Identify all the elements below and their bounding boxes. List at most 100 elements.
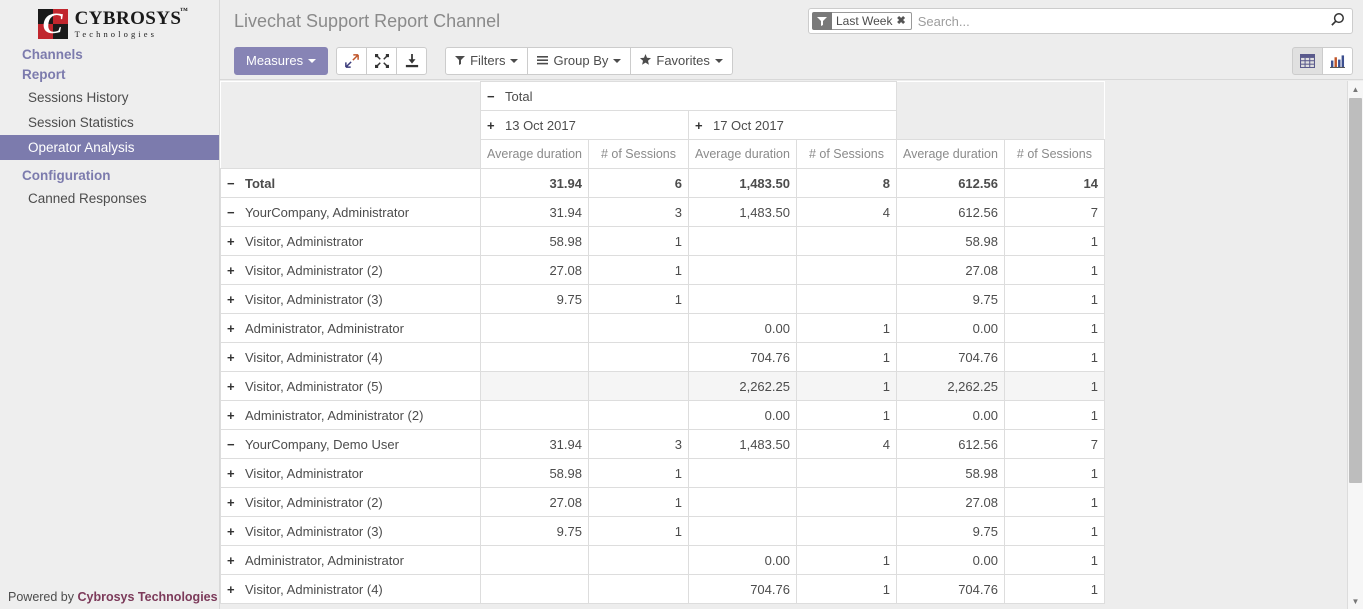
pivot-cell[interactable]: 27.08 xyxy=(480,487,589,517)
table-row[interactable]: + Visitor, Administrator (3) 9.75 1 9.75 1 xyxy=(220,284,1105,314)
pivot-cell[interactable]: 1 xyxy=(587,458,689,488)
table-row[interactable]: + Visitor, Administrator 58.98 1 58.98 1 xyxy=(220,226,1105,256)
table-row[interactable]: − YourCompany, Demo User 31.94 3 1,483.50 4 61… xyxy=(220,429,1105,459)
pivot-cell[interactable]: 1,483.50 xyxy=(687,168,797,198)
pivot-cell[interactable]: 1 xyxy=(1003,400,1105,430)
pivot-cell[interactable] xyxy=(795,255,897,285)
table-view-icon[interactable] xyxy=(1292,46,1323,75)
pivot-cell[interactable]: 1 xyxy=(587,487,689,517)
pivot-cell[interactable]: 1 xyxy=(795,545,897,575)
footer-brand-link[interactable]: Cybrosys Technologies xyxy=(77,590,217,604)
pivot-cell[interactable]: 0.00 xyxy=(895,400,1005,430)
pivot-cell[interactable]: 14 xyxy=(1003,168,1105,198)
pivot-cell[interactable]: 1 xyxy=(1003,574,1105,604)
table-row[interactable]: + Visitor, Administrator (2) 27.08 1 27.08 1 xyxy=(220,487,1105,517)
pivot-cell[interactable] xyxy=(795,284,897,314)
expand-arrows-icon[interactable] xyxy=(336,46,368,75)
pivot-cell[interactable]: 9.75 xyxy=(895,516,1005,546)
pivot-row-header[interactable]: − YourCompany, Demo User xyxy=(220,429,481,459)
pivot-cell[interactable] xyxy=(795,516,897,546)
pivot-cell[interactable]: 612.56 xyxy=(895,168,1005,198)
collapse-toggle-icon[interactable]: − xyxy=(487,89,500,104)
pivot-cell[interactable]: 0.00 xyxy=(687,545,797,575)
pivot-cell[interactable]: 1 xyxy=(1003,545,1105,575)
pivot-cell[interactable] xyxy=(587,545,689,575)
pivot-cell[interactable] xyxy=(587,400,689,430)
table-row[interactable]: + Visitor, Administrator (4) 704.76 1 704.76… xyxy=(220,574,1105,604)
pivot-cell[interactable] xyxy=(587,574,689,604)
download-icon[interactable] xyxy=(396,46,428,75)
expand-toggle-icon[interactable]: + xyxy=(227,379,240,394)
brand-logo[interactable]: C CYBROSYS ™ Technologies xyxy=(0,0,219,45)
table-row[interactable]: + Administrator, Administrator 0.00 1 0.00 1 xyxy=(220,545,1105,575)
sidebar-item-canned-responses[interactable]: Canned Responses xyxy=(0,186,219,211)
pivot-cell[interactable]: 1 xyxy=(1003,516,1105,546)
pivot-cell[interactable]: 31.94 xyxy=(480,197,589,227)
pivot-cell[interactable]: 9.75 xyxy=(480,284,589,314)
pivot-cell[interactable]: 27.08 xyxy=(480,255,589,285)
pivot-cell[interactable]: 1 xyxy=(795,400,897,430)
table-row[interactable]: + Visitor, Administrator 58.98 1 58.98 1 xyxy=(220,458,1105,488)
pivot-cell[interactable]: 27.08 xyxy=(895,487,1005,517)
pivot-cell[interactable]: 2,262.25 xyxy=(687,371,797,401)
pivot-cell[interactable]: 58.98 xyxy=(480,458,589,488)
expand-toggle-icon[interactable]: + xyxy=(227,582,240,597)
pivot-cell[interactable] xyxy=(795,226,897,256)
expand-toggle-icon[interactable]: + xyxy=(227,292,240,307)
close-icon[interactable]: ✖ xyxy=(896,13,905,29)
pivot-cell[interactable]: 704.76 xyxy=(687,342,797,372)
pivot-measure-header[interactable]: Average duration xyxy=(895,139,1005,169)
table-row[interactable]: − Total 31.94 6 1,483.50 8 612.56 14 xyxy=(220,168,1105,198)
pivot-cell[interactable] xyxy=(687,284,797,314)
pivot-cell[interactable] xyxy=(687,516,797,546)
measures-button[interactable]: Measures xyxy=(234,46,329,75)
search-input[interactable] xyxy=(915,10,1327,32)
pivot-cell[interactable]: 1 xyxy=(1003,458,1105,488)
pivot-cell[interactable]: 1 xyxy=(1003,371,1105,401)
pivot-col-root-total[interactable]: − Total xyxy=(480,81,897,111)
table-row[interactable]: + Administrator, Administrator 0.00 1 0.00 1 xyxy=(220,313,1105,343)
favorites-dropdown[interactable]: Favorites xyxy=(630,46,733,75)
pivot-row-header[interactable]: + Administrator, Administrator (2) xyxy=(220,400,481,430)
pivot-cell[interactable]: 1 xyxy=(795,342,897,372)
pivot-cell[interactable]: 1 xyxy=(1003,284,1105,314)
pivot-row-header[interactable]: + Visitor, Administrator (5) xyxy=(220,371,481,401)
pivot-cell[interactable]: 3 xyxy=(587,197,689,227)
expand-toggle-icon[interactable]: + xyxy=(695,118,708,133)
filters-dropdown[interactable]: Filters xyxy=(445,46,529,75)
pivot-cell[interactable]: 612.56 xyxy=(895,429,1005,459)
pivot-row-header[interactable]: − Total xyxy=(220,168,481,198)
table-row[interactable]: + Visitor, Administrator (4) 704.76 1 704.76… xyxy=(220,342,1105,372)
pivot-row-header[interactable]: − YourCompany, Administrator xyxy=(220,197,481,227)
pivot-row-header[interactable]: + Visitor, Administrator (2) xyxy=(220,255,481,285)
pivot-measure-header[interactable]: # of Sessions xyxy=(795,139,897,169)
collapse-toggle-icon[interactable]: − xyxy=(227,176,240,191)
table-row[interactable]: + Visitor, Administrator (2) 27.08 1 27.08 1 xyxy=(220,255,1105,285)
search-bar[interactable]: Last Week ✖ xyxy=(808,8,1353,34)
pivot-cell[interactable] xyxy=(795,487,897,517)
pivot-cell[interactable]: 612.56 xyxy=(895,197,1005,227)
pivot-measure-header[interactable]: # of Sessions xyxy=(587,139,689,169)
expand-toggle-icon[interactable]: + xyxy=(227,524,240,539)
pivot-measure-header[interactable]: Average duration xyxy=(480,139,589,169)
pivot-cell[interactable]: 1 xyxy=(587,284,689,314)
pivot-cell[interactable]: 0.00 xyxy=(895,545,1005,575)
table-row[interactable]: + Visitor, Administrator (3) 9.75 1 9.75 1 xyxy=(220,516,1105,546)
expand-toggle-icon[interactable]: + xyxy=(227,553,240,568)
collapse-toggle-icon[interactable]: − xyxy=(227,437,240,452)
pivot-cell[interactable]: 0.00 xyxy=(687,400,797,430)
pivot-col-group-1[interactable]: +17 Oct 2017 xyxy=(687,110,897,140)
pivot-cell[interactable]: 1,483.50 xyxy=(687,429,797,459)
pivot-cell[interactable]: 58.98 xyxy=(895,458,1005,488)
pivot-cell[interactable]: 0.00 xyxy=(895,313,1005,343)
sidebar-item-session-statistics[interactable]: Session Statistics xyxy=(0,110,219,135)
scroll-up-arrow-icon[interactable]: ▲ xyxy=(1348,81,1363,97)
search-facet-last-week[interactable]: Last Week ✖ xyxy=(812,12,912,30)
pivot-cell[interactable] xyxy=(480,400,589,430)
expand-toggle-icon[interactable]: + xyxy=(227,321,240,336)
pivot-cell[interactable] xyxy=(587,313,689,343)
pivot-cell[interactable]: 1 xyxy=(1003,342,1105,372)
pivot-row-header[interactable]: + Administrator, Administrator xyxy=(220,545,481,575)
pivot-cell[interactable] xyxy=(687,255,797,285)
pivot-cell[interactable] xyxy=(480,545,589,575)
